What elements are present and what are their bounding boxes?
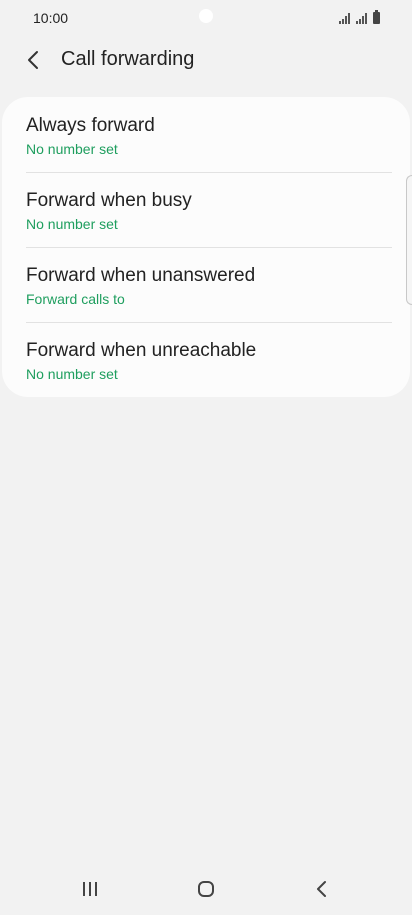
recent-apps-icon bbox=[83, 882, 97, 896]
option-subtitle: No number set bbox=[26, 216, 118, 232]
signal-icon-secondary bbox=[356, 13, 367, 24]
option-forward-when-unreachable[interactable]: Forward when unreachable No number set bbox=[2, 322, 410, 397]
page-title: Call forwarding bbox=[61, 48, 195, 70]
option-subtitle: No number set bbox=[26, 141, 118, 157]
front-camera-cutout bbox=[199, 9, 213, 23]
option-subtitle: Forward calls to bbox=[26, 291, 125, 307]
status-bar: 10:00 bbox=[0, 0, 412, 36]
option-title: Always forward bbox=[26, 115, 155, 136]
option-always-forward[interactable]: Always forward No number set bbox=[2, 97, 410, 172]
status-icons bbox=[339, 10, 380, 24]
battery-icon bbox=[373, 10, 380, 24]
option-title: Forward when unanswered bbox=[26, 265, 256, 286]
home-button[interactable] bbox=[186, 874, 226, 904]
back-icon bbox=[317, 881, 326, 897]
option-title: Forward when busy bbox=[26, 190, 192, 211]
navigation-bar bbox=[0, 866, 412, 912]
back-button[interactable] bbox=[20, 44, 48, 76]
forwarding-options-list: Always forward No number set Forward whe… bbox=[2, 97, 410, 397]
option-title: Forward when unreachable bbox=[26, 340, 257, 361]
nav-back-button[interactable] bbox=[302, 874, 342, 904]
signal-icon bbox=[339, 13, 350, 24]
recent-apps-button[interactable] bbox=[70, 874, 110, 904]
home-icon bbox=[198, 881, 214, 897]
app-bar: Call forwarding bbox=[0, 40, 412, 80]
option-subtitle: No number set bbox=[26, 366, 118, 382]
chevron-left-icon bbox=[28, 51, 38, 69]
edge-panel-handle[interactable] bbox=[406, 175, 412, 305]
option-forward-when-unanswered[interactable]: Forward when unanswered Forward calls to bbox=[2, 247, 410, 322]
option-forward-when-busy[interactable]: Forward when busy No number set bbox=[2, 172, 410, 247]
status-time: 10:00 bbox=[33, 10, 69, 26]
